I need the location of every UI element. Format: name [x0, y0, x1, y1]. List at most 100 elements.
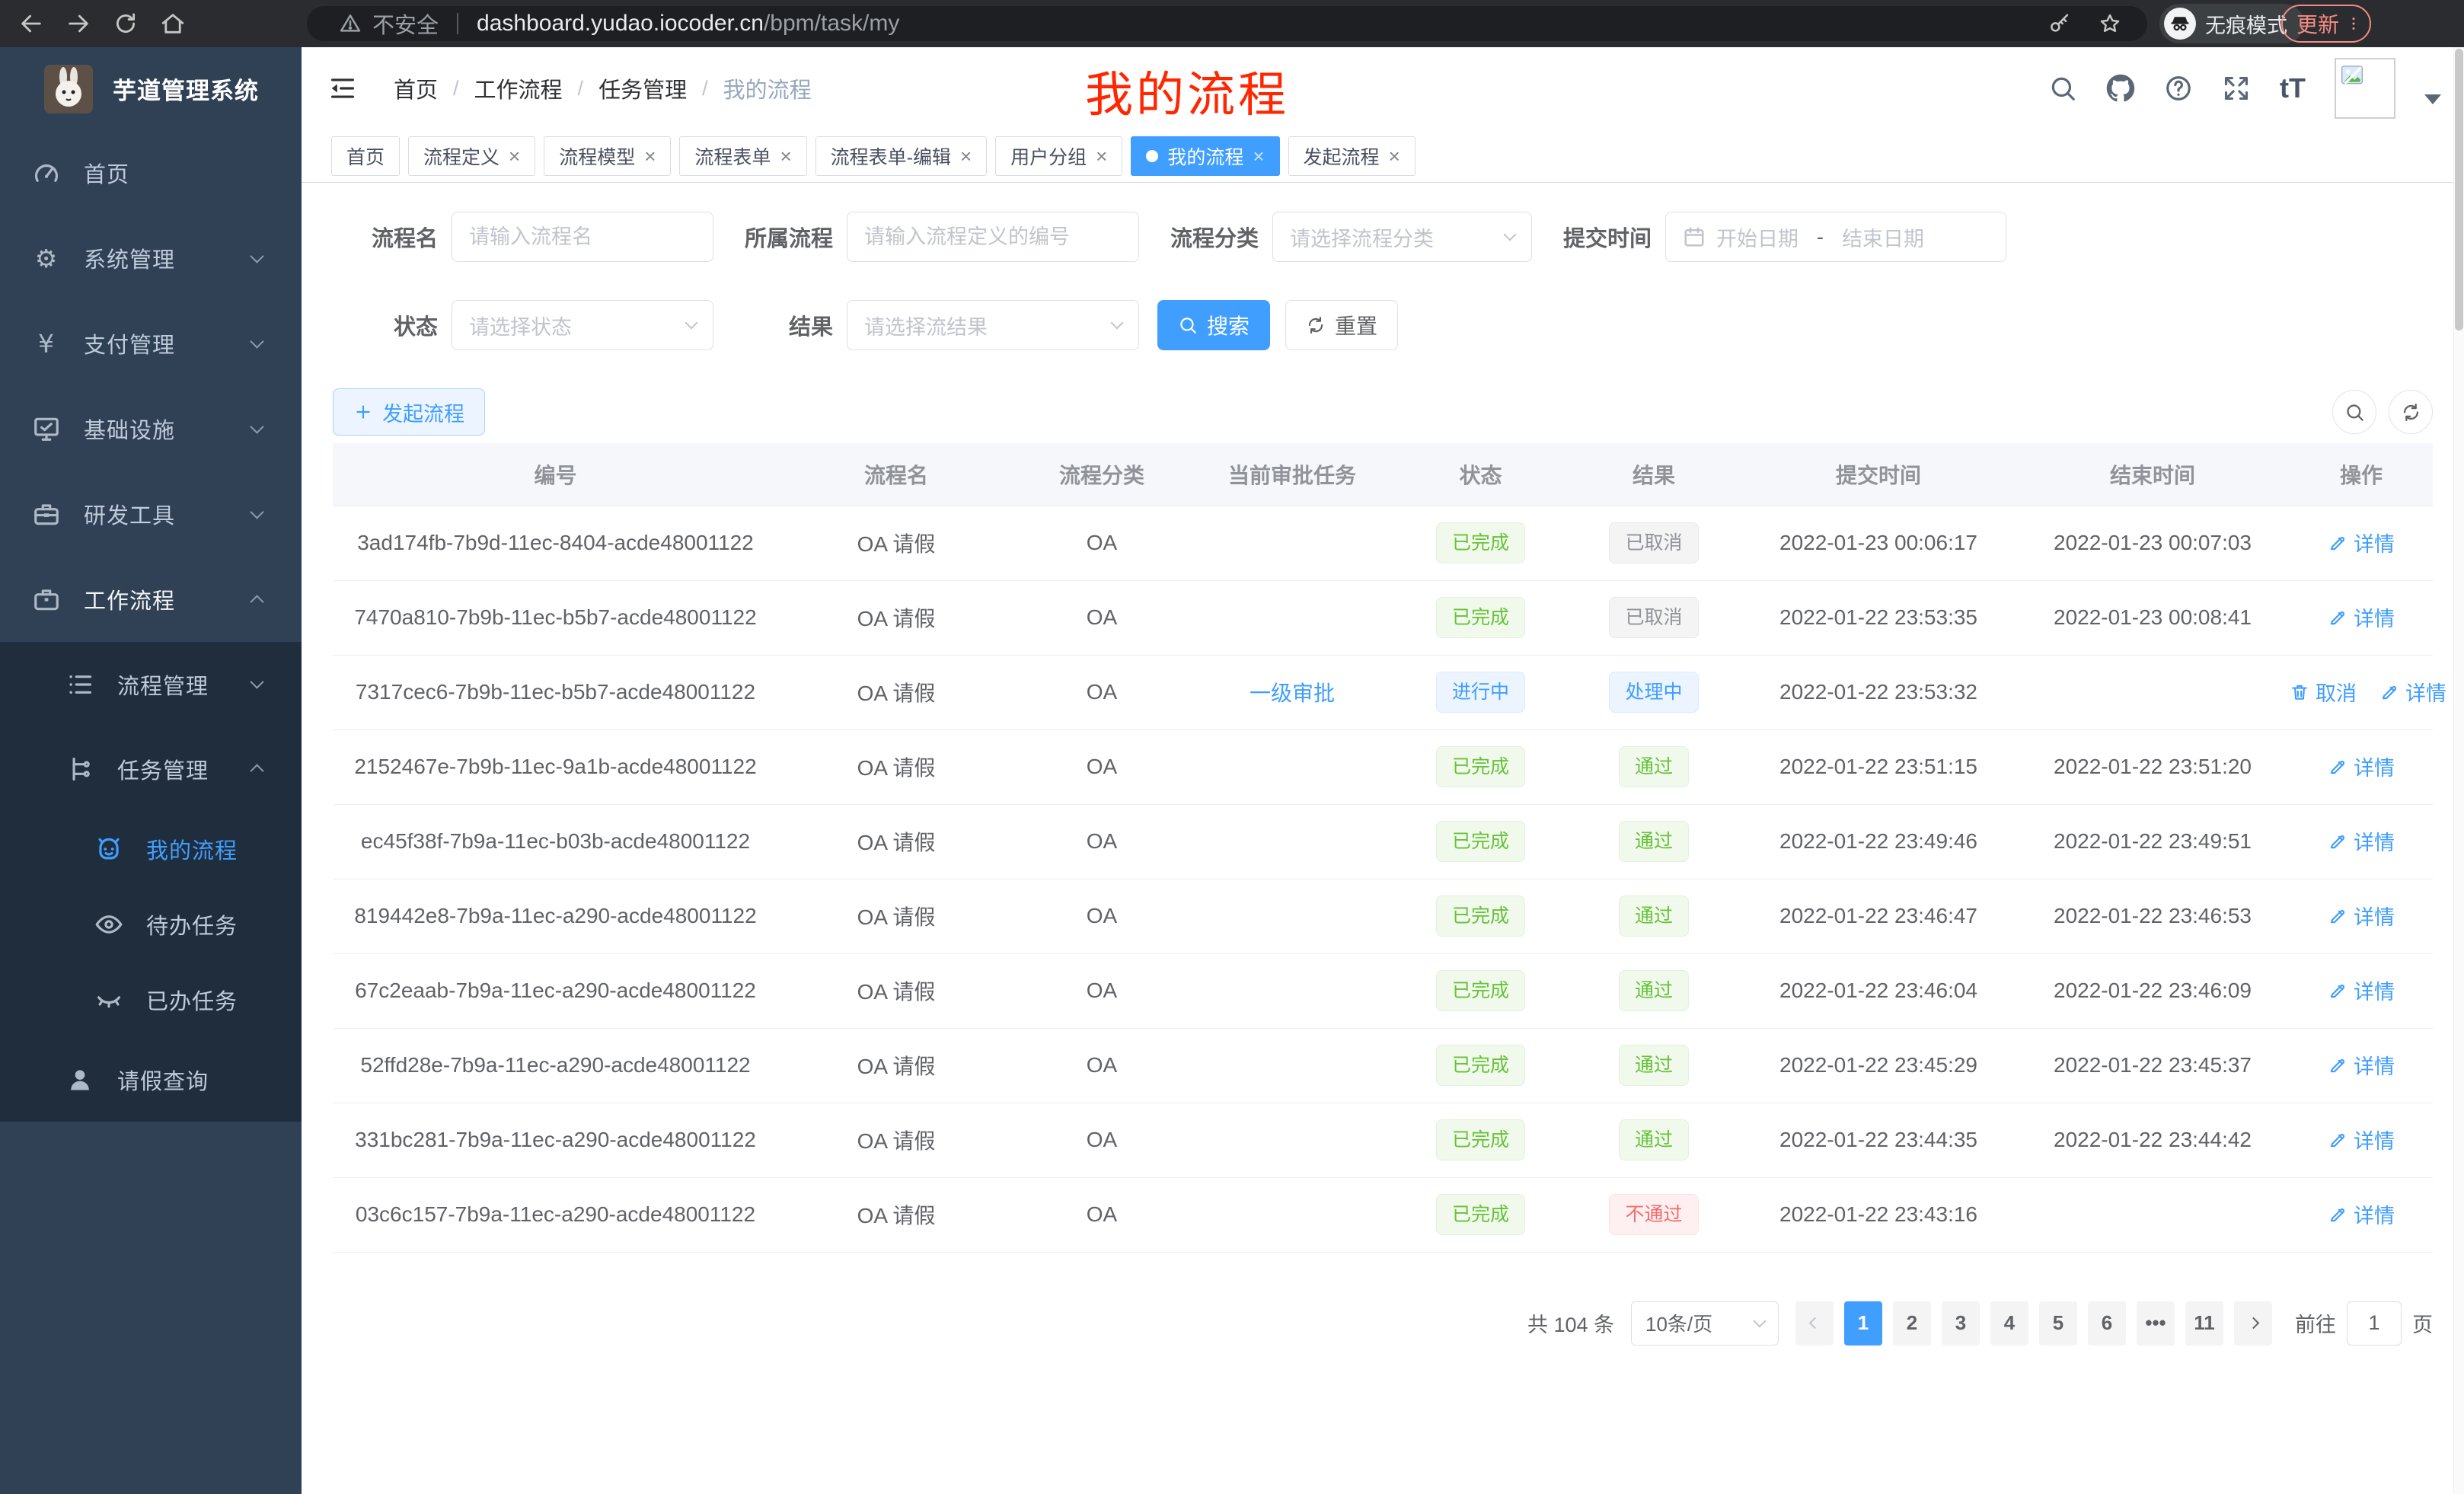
cell-end-time: 2022-01-23 00:08:41	[2016, 580, 2290, 655]
search-icon[interactable]	[2048, 74, 2077, 103]
star-icon[interactable]	[2099, 12, 2121, 35]
detail-action[interactable]: 详情	[2328, 901, 2395, 931]
page-ellipsis[interactable]: •••	[2137, 1301, 2175, 1346]
cell-end-time: 2022-01-22 23:46:53	[2016, 879, 2290, 953]
sidebar-item-devtools[interactable]: 研发工具	[0, 471, 302, 557]
close-icon[interactable]: ×	[780, 146, 791, 166]
cancel-action[interactable]: 取消	[2290, 677, 2357, 707]
tab-process-model[interactable]: 流程模型×	[544, 136, 671, 176]
cell-status: 已完成	[1395, 1028, 1566, 1103]
address-bar[interactable]: 不安全 dashboard.yudao.iocoder.cn/bpm/task/…	[307, 6, 2147, 41]
goto-page-input[interactable]	[2347, 1301, 2402, 1346]
close-icon[interactable]: ×	[1253, 146, 1264, 166]
result-select[interactable]: 请选择流结果	[847, 300, 1139, 350]
page-button-2[interactable]: 2	[1893, 1301, 1931, 1346]
home-icon[interactable]	[160, 11, 186, 37]
sidebar-item-todo-tasks[interactable]: 待办任务	[0, 886, 302, 962]
kebab-menu-icon[interactable]	[2345, 15, 2362, 32]
sidebar-item-done-tasks[interactable]: 已办任务	[0, 962, 302, 1037]
start-process-button[interactable]: 发起流程	[333, 388, 485, 436]
total-count: 共 104 条	[1527, 1308, 1614, 1338]
page-scrollbar[interactable]	[2453, 47, 2464, 1494]
cell-current-task	[1189, 1177, 1395, 1252]
breadcrumb-item[interactable]: 首页	[394, 72, 438, 104]
detail-action[interactable]: 详情	[2328, 1050, 2395, 1080]
refresh-table-button[interactable]	[2389, 390, 2433, 434]
page-button-11[interactable]: 11	[2185, 1301, 2223, 1346]
cell-result: 已取消	[1566, 506, 1741, 580]
reset-button[interactable]: 重置	[1285, 300, 1398, 350]
tab-process-form-edit[interactable]: 流程表单-编辑×	[815, 136, 988, 176]
search-button[interactable]: 搜索	[1157, 300, 1270, 350]
sidebar-item-workflow[interactable]: 工作流程	[0, 557, 302, 642]
collapse-sidebar-icon[interactable]	[328, 74, 357, 103]
status-badge: 已完成	[1436, 597, 1525, 638]
detail-action[interactable]: 详情	[2328, 1125, 2395, 1154]
warning-icon[interactable]	[339, 12, 362, 35]
page-button-3[interactable]: 3	[1942, 1301, 1980, 1346]
close-icon[interactable]: ×	[960, 146, 972, 166]
table-row: 2152467e-7b9b-11ec-9a1b-acde48001122OA 请…	[333, 729, 2433, 804]
tab-process-definition[interactable]: 流程定义×	[408, 136, 535, 176]
detail-action[interactable]: 详情	[2328, 602, 2395, 632]
sidebar-item-system[interactable]: ⚙系统管理	[0, 215, 302, 301]
show-search-button[interactable]	[2332, 390, 2376, 434]
app-logo[interactable]: 芋道管理系统	[0, 47, 302, 130]
close-icon[interactable]: ×	[1096, 146, 1107, 166]
category-select[interactable]: 请选择流程分类	[1272, 212, 1532, 262]
update-button[interactable]: 更新	[2281, 5, 2371, 43]
chevron-down-icon	[250, 675, 263, 688]
sidebar-item-home[interactable]: 首页	[0, 130, 302, 215]
reload-icon[interactable]	[113, 11, 139, 37]
current-task-link[interactable]: 一级审批	[1250, 682, 1335, 705]
process-input[interactable]	[847, 212, 1139, 262]
help-icon[interactable]	[2164, 74, 2193, 103]
forward-icon[interactable]	[65, 11, 91, 37]
github-icon[interactable]	[2106, 74, 2135, 103]
page-button-6[interactable]: 6	[2088, 1301, 2126, 1346]
page-url: dashboard.yudao.iocoder.cn/bpm/task/my	[477, 11, 899, 37]
detail-action[interactable]: 详情	[2379, 677, 2446, 707]
tab-process-form[interactable]: 流程表单×	[679, 136, 806, 176]
page-button-1[interactable]: 1	[1844, 1301, 1882, 1346]
breadcrumb-item[interactable]: 工作流程	[474, 72, 563, 104]
page-size-select[interactable]: 10条/页	[1631, 1301, 1779, 1346]
breadcrumb-item[interactable]: 任务管理	[598, 72, 687, 104]
detail-action[interactable]: 详情	[2328, 975, 2395, 1005]
sidebar-item-leave-query[interactable]: 请假查询	[0, 1037, 302, 1122]
sidebar-item-infra[interactable]: 基础设施	[0, 386, 302, 471]
tab-home[interactable]: 首页	[331, 136, 400, 176]
tab-start-process[interactable]: 发起流程×	[1288, 136, 1416, 176]
caret-down-icon[interactable]	[2424, 94, 2441, 104]
tab-my-process[interactable]: 我的流程×	[1131, 136, 1279, 176]
action-label: 详情	[2354, 975, 2395, 1005]
close-icon[interactable]: ×	[644, 146, 656, 166]
page-button-4[interactable]: 4	[1990, 1301, 2028, 1346]
status-select[interactable]: 请选择状态	[452, 300, 713, 350]
font-size-icon[interactable]: tT	[2280, 75, 2306, 102]
close-icon[interactable]: ×	[509, 146, 520, 166]
detail-action[interactable]: 详情	[2328, 752, 2395, 781]
detail-action[interactable]: 详情	[2328, 528, 2395, 557]
fullscreen-icon[interactable]	[2222, 74, 2251, 103]
sidebar-item-my-process[interactable]: 我的流程	[0, 811, 302, 886]
key-icon[interactable]	[2048, 12, 2071, 35]
category-label: 流程分类	[1139, 221, 1272, 253]
back-icon[interactable]	[18, 11, 44, 37]
name-input[interactable]	[452, 212, 713, 262]
update-label: 更新	[2296, 8, 2339, 39]
detail-action[interactable]: 详情	[2328, 1199, 2395, 1229]
sidebar-item-payment[interactable]: ¥支付管理	[0, 301, 302, 386]
avatar[interactable]	[2335, 58, 2395, 119]
sidebar-item-process-mgmt[interactable]: 流程管理	[0, 642, 302, 726]
scrollbar-thumb[interactable]	[2455, 49, 2463, 330]
next-page-button[interactable]	[2234, 1301, 2272, 1346]
prev-page-button[interactable]	[1795, 1301, 1834, 1346]
status-badge: 已完成	[1436, 522, 1525, 563]
close-icon[interactable]: ×	[1389, 146, 1400, 166]
sidebar-item-task-mgmt[interactable]: 任务管理	[0, 726, 302, 811]
detail-action[interactable]: 详情	[2328, 826, 2395, 856]
date-range-picker[interactable]: 开始日期 - 结束日期	[1665, 212, 2006, 262]
tab-user-group[interactable]: 用户分组×	[995, 136, 1122, 176]
page-button-5[interactable]: 5	[2039, 1301, 2077, 1346]
